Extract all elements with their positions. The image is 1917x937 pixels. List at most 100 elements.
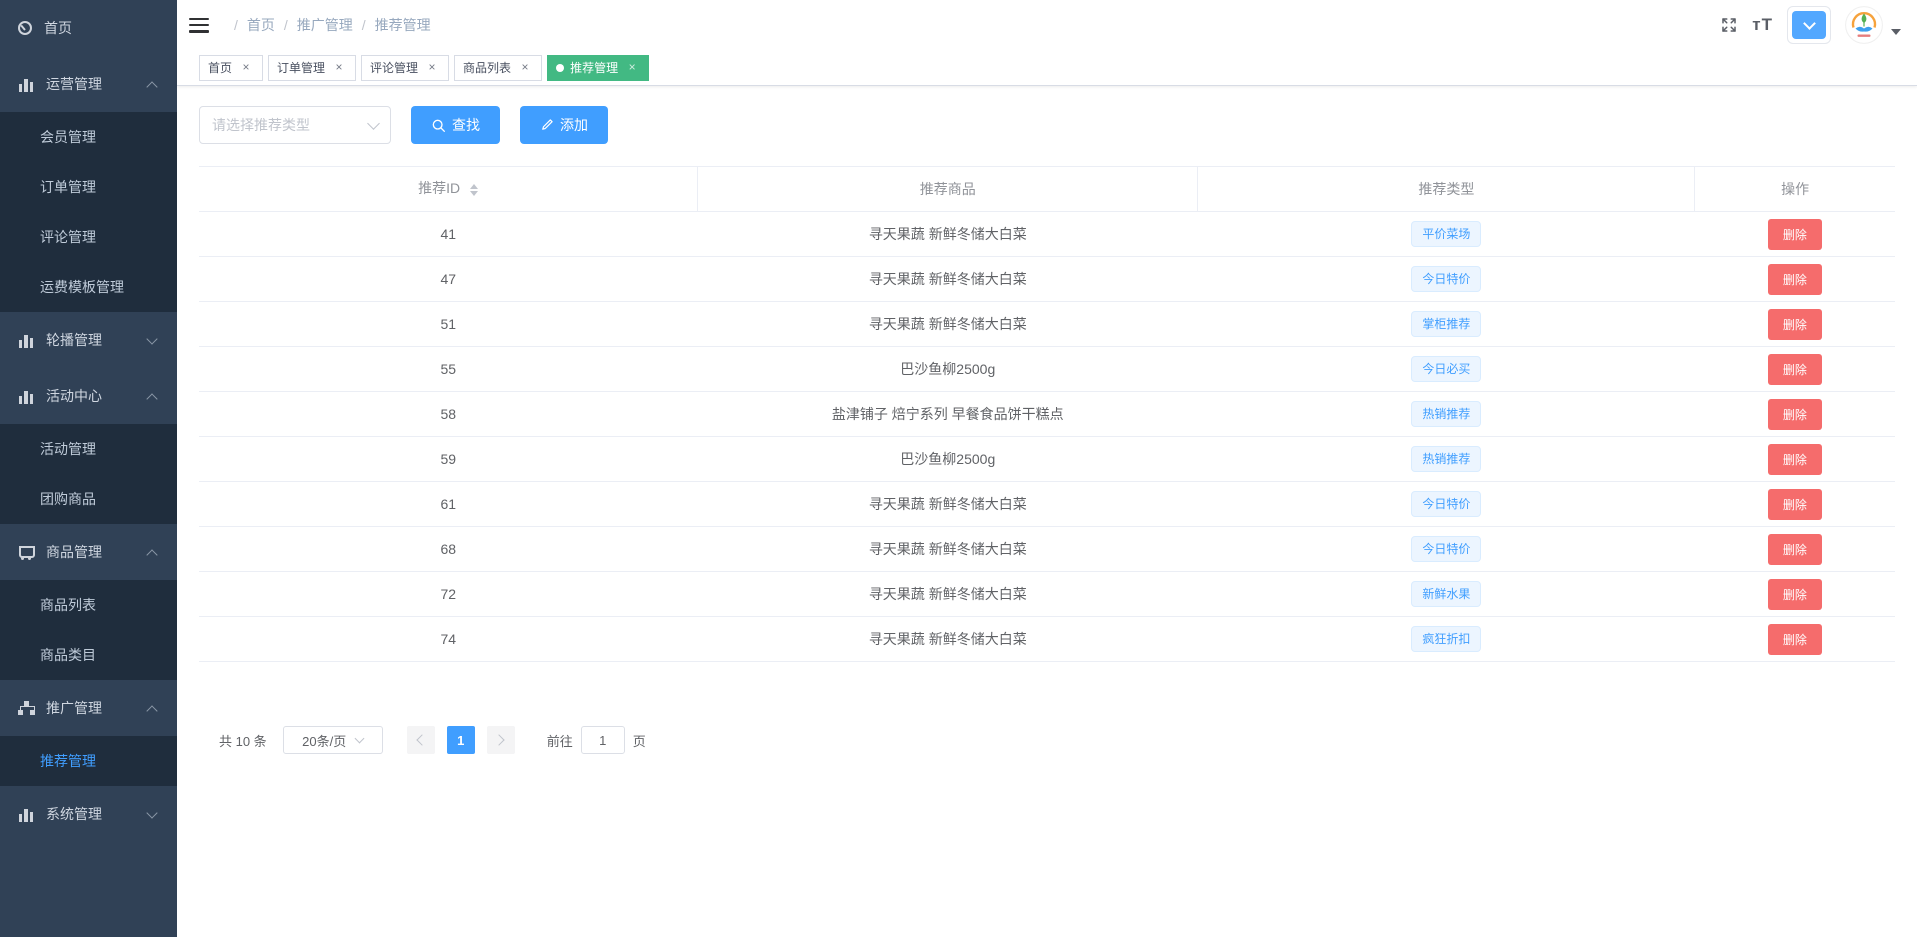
search-button[interactable]: 查找 <box>411 106 500 144</box>
sidebar-item[interactable]: 商品列表 <box>0 580 177 630</box>
delete-button[interactable]: 删除 <box>1768 579 1822 610</box>
type-tag: 热销推荐 <box>1411 401 1481 427</box>
sidebar-item[interactable]: 系统管理 <box>0 786 177 842</box>
sidebar-item[interactable]: 评论管理 <box>0 212 177 262</box>
cell-product-name: 巴沙鱼柳2500g <box>698 347 1198 392</box>
navbar-actions <box>1720 6 1901 44</box>
cell-recommend-type: 热销推荐 <box>1198 392 1695 437</box>
sidebar-item-label: 运营管理 <box>46 74 147 94</box>
sidebar-item[interactable]: 订单管理 <box>0 162 177 212</box>
close-icon[interactable]: × <box>424 60 440 76</box>
view-tab[interactable]: 订单管理 × <box>268 55 356 81</box>
table-body: 41 寻天果蔬 新鲜冬储大白菜 平价菜场 删除 47 寻天 <box>199 212 1895 662</box>
tab-label: 订单管理 <box>277 59 325 76</box>
delete-button[interactable]: 删除 <box>1768 624 1822 655</box>
chevron-down-icon <box>1792 11 1826 39</box>
page-size-value: 20条/页 <box>302 731 346 750</box>
cell-actions: 删除 <box>1695 572 1895 617</box>
prev-page-button[interactable] <box>407 726 435 754</box>
delete-button[interactable]: 删除 <box>1768 264 1822 295</box>
sidebar-item[interactable]: 推荐管理 <box>0 736 177 786</box>
chevron-icon <box>147 391 157 401</box>
delete-button[interactable]: 删除 <box>1768 399 1822 430</box>
recommend-table: 推荐ID 推荐商品 推荐类型 操作 41 <box>199 166 1895 662</box>
avatar-dropdown[interactable] <box>1845 6 1901 44</box>
column-header-product: 推荐商品 <box>698 167 1198 212</box>
chevron-icon <box>147 335 157 345</box>
sidebar-item[interactable]: 会员管理 <box>0 112 177 162</box>
cell-actions: 删除 <box>1695 347 1895 392</box>
type-tag: 平价菜场 <box>1411 221 1481 247</box>
sidebar-item[interactable]: 商品管理 <box>0 524 177 580</box>
delete-button[interactable]: 删除 <box>1768 354 1822 385</box>
close-icon[interactable]: × <box>624 60 640 76</box>
sidebar-item-icon <box>18 806 34 822</box>
total-count-label: 共 10 条 <box>219 731 267 750</box>
view-tab[interactable]: 推荐管理 × <box>547 55 649 81</box>
sidebar-item[interactable]: 首页 <box>0 0 177 56</box>
sidebar-item[interactable]: 运营管理 <box>0 56 177 112</box>
cell-actions: 删除 <box>1695 257 1895 302</box>
type-tag: 今日特价 <box>1411 266 1481 292</box>
delete-button[interactable]: 删除 <box>1768 444 1822 475</box>
table-row: 74 寻天果蔬 新鲜冬储大白菜 疯狂折扣 删除 <box>199 617 1895 662</box>
cell-recommend-id: 41 <box>199 212 698 257</box>
sidebar-item-label: 运费模板管理 <box>40 277 147 297</box>
fullscreen-icon[interactable] <box>1720 16 1738 34</box>
table-row: 55 巴沙鱼柳2500g 今日必买 删除 <box>199 347 1895 392</box>
sidebar-item-label: 首页 <box>44 18 147 38</box>
close-icon[interactable]: × <box>331 60 347 76</box>
cell-product-name: 寻天果蔬 新鲜冬储大白菜 <box>698 527 1198 572</box>
sidebar-item[interactable]: 运费模板管理 <box>0 262 177 312</box>
sidebar-item[interactable]: 团购商品 <box>0 474 177 524</box>
theme-dropdown-button[interactable] <box>1787 6 1831 44</box>
add-button[interactable]: 添加 <box>520 106 608 144</box>
view-tab[interactable]: 首页 × <box>199 55 263 81</box>
sidebar-item-icon <box>18 332 34 348</box>
breadcrumb-item[interactable]: / 推广管理 <box>275 15 353 35</box>
next-page-button[interactable] <box>487 726 515 754</box>
delete-button[interactable]: 删除 <box>1768 489 1822 520</box>
sidebar-item[interactable]: 活动中心 <box>0 368 177 424</box>
view-tab[interactable]: 评论管理 × <box>361 55 449 81</box>
sort-caret-icon[interactable] <box>470 180 478 200</box>
current-page-button[interactable]: 1 <box>447 726 475 754</box>
delete-button[interactable]: 删除 <box>1768 309 1822 340</box>
page-size-select[interactable]: 20条/页 <box>283 726 383 754</box>
breadcrumb-item[interactable]: / 推荐管理 <box>353 15 431 35</box>
sidebar-item-label: 活动中心 <box>46 386 147 406</box>
close-icon[interactable]: × <box>238 60 254 76</box>
type-tag: 疯狂折扣 <box>1411 626 1481 652</box>
type-tag: 热销推荐 <box>1411 446 1481 472</box>
column-header-id[interactable]: 推荐ID <box>199 167 698 212</box>
edit-icon <box>540 118 554 132</box>
sidebar-item-icon <box>18 21 32 35</box>
delete-button[interactable]: 删除 <box>1768 534 1822 565</box>
sidebar-item-icon <box>18 544 34 560</box>
sidebar-item[interactable]: 轮播管理 <box>0 312 177 368</box>
page-content: 请选择推荐类型 查找 添加 <box>177 86 1917 937</box>
cell-recommend-id: 51 <box>199 302 698 347</box>
app-layout: 首页 运营管理 会员管理 订单管理 <box>0 0 1917 937</box>
recommend-type-select[interactable]: 请选择推荐类型 <box>199 106 391 144</box>
goto-label: 前往 <box>547 731 573 750</box>
font-size-icon[interactable] <box>1752 15 1773 35</box>
hamburger-icon[interactable] <box>189 18 209 33</box>
cell-recommend-type: 热销推荐 <box>1198 437 1695 482</box>
type-tag: 今日特价 <box>1411 536 1481 562</box>
sidebar-item[interactable]: 商品类目 <box>0 630 177 680</box>
cell-recommend-id: 61 <box>199 482 698 527</box>
goto-page-input[interactable] <box>581 726 625 754</box>
delete-button[interactable]: 删除 <box>1768 219 1822 250</box>
sidebar-item[interactable]: 推广管理 <box>0 680 177 736</box>
sidebar-item[interactable]: 活动管理 <box>0 424 177 474</box>
breadcrumb-separator: / <box>234 17 238 33</box>
breadcrumb-item[interactable]: / 首页 <box>225 15 275 35</box>
tab-bar: 首页 × 订单管理 × 评论管理 × 商品列表 <box>177 50 1917 86</box>
cell-recommend-type: 平价菜场 <box>1198 212 1695 257</box>
close-icon[interactable]: × <box>517 60 533 76</box>
table-row: 58 盐津铺子 焙宁系列 早餐食品饼干糕点 热销推荐 删除 <box>199 392 1895 437</box>
view-tab[interactable]: 商品列表 × <box>454 55 542 81</box>
caret-down-icon <box>1891 29 1901 35</box>
cell-actions: 删除 <box>1695 302 1895 347</box>
